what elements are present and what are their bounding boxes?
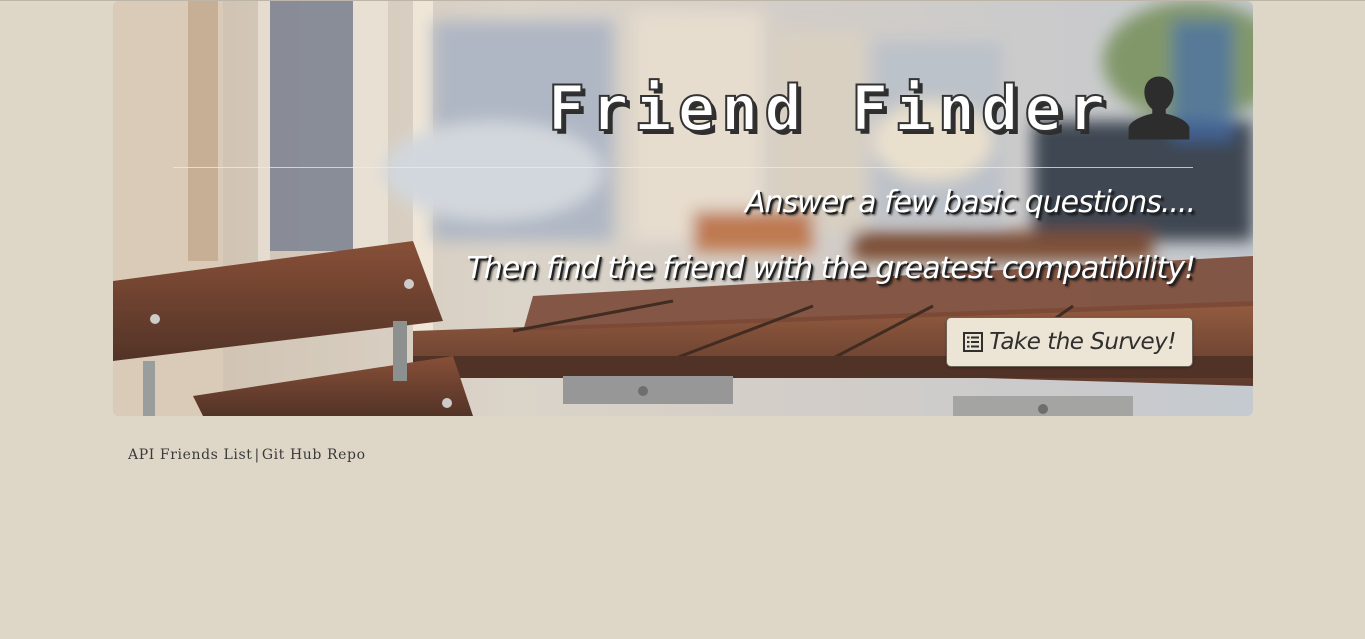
hero-tagline-2: Then find the friend with the greatest c… [466, 251, 1196, 286]
list-icon [963, 332, 984, 352]
api-friends-list-link[interactable]: API Friends List [128, 447, 252, 463]
hero-tagline-1: Answer a few basic questions.... [745, 185, 1196, 220]
hero-title-row: Friend Finder [547, 63, 1195, 153]
github-repo-link[interactable]: Git Hub Repo [262, 447, 366, 463]
footer-separator: | [254, 447, 260, 463]
hero-divider [173, 167, 1193, 168]
person-icon [1128, 76, 1190, 140]
page-title: Friend Finder [547, 71, 1111, 146]
take-survey-label: Take the Survey! [989, 329, 1176, 355]
footer-links: API Friends List | Git Hub Repo [128, 447, 366, 463]
hero-jumbotron: Friend Finder Answer a few basic questio… [113, 1, 1253, 416]
take-survey-button[interactable]: Take the Survey! [946, 317, 1193, 367]
